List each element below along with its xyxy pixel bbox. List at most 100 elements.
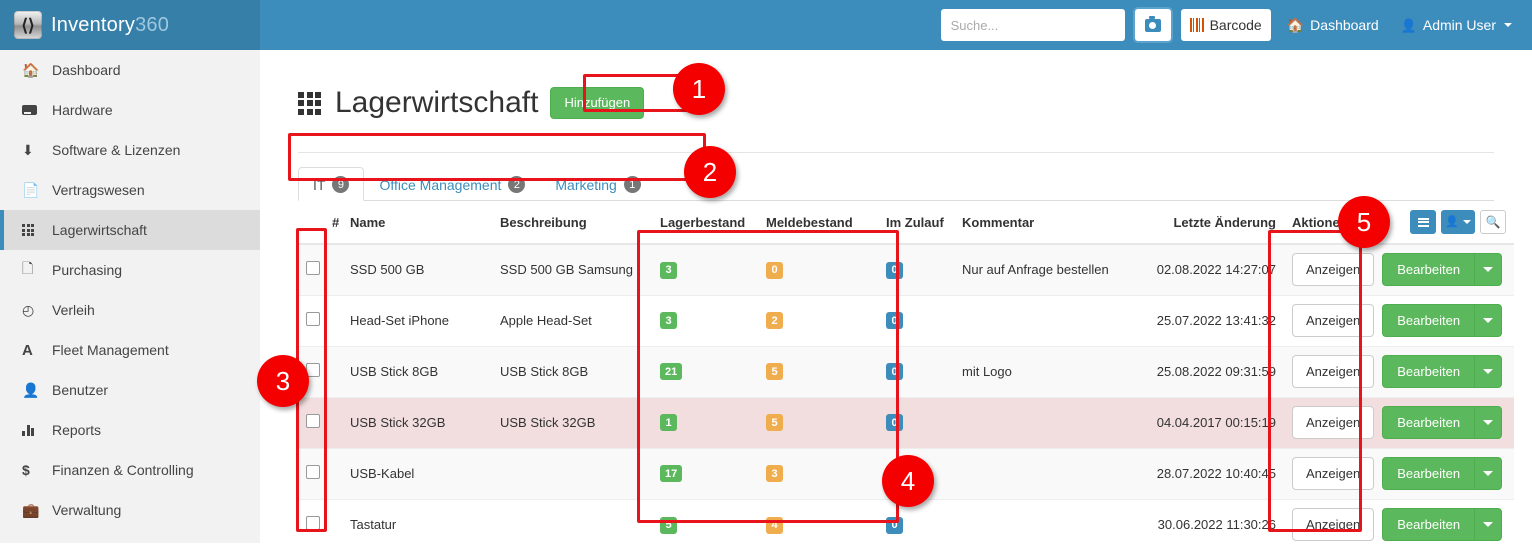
row-stock: 3	[652, 243, 758, 296]
row-name: Tastatur	[342, 498, 492, 550]
th-description[interactable]: Beschreibung	[492, 201, 652, 246]
edit-button[interactable]: Bearbeiten	[1382, 253, 1475, 287]
edit-button[interactable]: Bearbeiten	[1382, 508, 1475, 542]
user-menu-label: Admin User	[1422, 17, 1496, 33]
sidebar-item-hardware[interactable]: Hardware	[0, 90, 260, 130]
sidebar-item-label: Verleih	[52, 302, 95, 318]
sidebar-item-dashboard[interactable]: 🏠 Dashboard	[0, 50, 260, 90]
edit-button[interactable]: Bearbeiten	[1382, 406, 1475, 440]
edit-dropdown-toggle[interactable]	[1474, 457, 1503, 491]
grid-icon	[298, 91, 321, 115]
user-menu[interactable]: 👤 Admin User	[1395, 0, 1518, 50]
export-person-icon[interactable]: 👤	[1441, 210, 1475, 235]
nav-dashboard-link[interactable]: 🏠 Dashboard	[1281, 0, 1385, 50]
brand-suffix: 360	[135, 13, 170, 36]
row-comment	[954, 396, 1129, 449]
stock-badge: 3	[660, 312, 677, 330]
sidebar-item-purchasing[interactable]: 🗋 Purchasing	[0, 250, 260, 290]
row-reorder: 5	[758, 345, 878, 398]
edit-dropdown-toggle[interactable]	[1474, 508, 1503, 542]
view-button[interactable]: Anzeigen	[1292, 508, 1375, 542]
sidebar-item-benutzer[interactable]: 👤 Benutzer	[0, 370, 260, 410]
search-input[interactable]	[940, 9, 1125, 41]
top-navbar: ⟨⟩ Inventory360 Barcode 🏠 Dashboard 👤 Ad…	[0, 0, 1532, 50]
tab-count-badge: 9	[332, 176, 350, 194]
app-logo-icon: ⟨⟩	[14, 11, 42, 39]
sidebar: 🏠 Dashboard Hardware ⬇ Software & Lizenz…	[0, 50, 260, 543]
tab-it[interactable]: IT 9	[298, 167, 365, 202]
edit-button-group: Bearbeiten	[1382, 304, 1503, 338]
page-header: Lagerwirtschaft Hinzufügen	[260, 50, 1532, 138]
view-button[interactable]: Anzeigen	[1292, 406, 1375, 440]
row-checkbox[interactable]	[306, 465, 320, 480]
header-divider	[298, 152, 1494, 154]
th-name[interactable]: Name	[342, 201, 492, 246]
search-wrapper	[940, 9, 1125, 41]
table-row[interactable]: Head-Set iPhone Apple Head-Set 3 2 0 25.…	[298, 294, 1514, 347]
reorder-badge: 2	[766, 312, 783, 330]
sidebar-item-lagerwirtschaft[interactable]: Lagerwirtschaft	[0, 210, 260, 250]
row-incoming: 0	[878, 396, 954, 449]
row-description: USB Stick 8GB	[492, 345, 652, 398]
edit-button[interactable]: Bearbeiten	[1382, 355, 1475, 389]
view-button[interactable]: Anzeigen	[1292, 457, 1375, 491]
sidebar-item-finanzen-controlling[interactable]: $ Finanzen & Controlling	[0, 450, 260, 490]
sidebar-item-label: Verwaltung	[52, 502, 122, 518]
th-stock[interactable]: Lagerbestand	[652, 201, 758, 246]
th-actions: Aktionen 👤 🔍	[1284, 201, 1514, 246]
row-stock: 17	[652, 447, 758, 500]
row-checkbox[interactable]	[306, 414, 320, 429]
row-checkbox[interactable]	[306, 261, 320, 276]
briefcase-icon: 💼	[22, 501, 40, 518]
sidebar-item-software-lizenzen[interactable]: ⬇ Software & Lizenzen	[0, 130, 260, 170]
th-comment[interactable]: Kommentar	[954, 201, 1129, 246]
sidebar-item-reports[interactable]: Reports	[0, 410, 260, 450]
table-row[interactable]: SSD 500 GB SSD 500 GB Samsung 3 0 0 Nur …	[298, 243, 1514, 296]
row-comment	[954, 498, 1129, 550]
view-button[interactable]: Anzeigen	[1292, 253, 1375, 287]
view-button[interactable]: Anzeigen	[1292, 304, 1375, 338]
edit-button-group: Bearbeiten	[1382, 508, 1503, 542]
stock-badge: 1	[660, 414, 677, 432]
row-checkbox[interactable]	[306, 312, 320, 327]
table-row[interactable]: USB Stick 8GB USB Stick 8GB 21 5 0 mit L…	[298, 345, 1514, 398]
annotation-marker-4: 4	[882, 455, 934, 507]
sidebar-item-fleet-management[interactable]: A Fleet Management	[0, 330, 260, 370]
edit-button[interactable]: Bearbeiten	[1382, 457, 1475, 491]
top-navbar-right: Barcode 🏠 Dashboard 👤 Admin User	[260, 0, 1532, 50]
edit-dropdown-toggle[interactable]	[1474, 406, 1503, 440]
columns-list-icon[interactable]	[1410, 210, 1436, 235]
edit-button[interactable]: Bearbeiten	[1382, 304, 1475, 338]
row-checkbox-cell	[298, 396, 324, 449]
grid-icon	[22, 224, 44, 236]
row-name: USB Stick 8GB	[342, 345, 492, 398]
view-button[interactable]: Anzeigen	[1292, 355, 1375, 389]
table-row[interactable]: USB Stick 32GB USB Stick 32GB 1 5 0 04.0…	[298, 396, 1514, 449]
row-last-change: 04.04.2017 00:15:19	[1129, 396, 1284, 449]
car-icon: A	[22, 341, 33, 359]
barcode-button[interactable]: Barcode	[1180, 9, 1271, 41]
stock-badge: 3	[660, 261, 677, 279]
brand-logo-area[interactable]: ⟨⟩ Inventory360	[0, 0, 260, 50]
edit-dropdown-toggle[interactable]	[1474, 253, 1503, 287]
search-icon[interactable]: 🔍	[1480, 210, 1506, 235]
sidebar-item-verwaltung[interactable]: 💼 Verwaltung	[0, 490, 260, 530]
th-last-change[interactable]: Letzte Änderung	[1129, 201, 1284, 246]
th-number[interactable]: #	[324, 201, 342, 246]
sidebar-item-vertragswesen[interactable]: 📄 Vertragswesen	[0, 170, 260, 210]
th-reorder[interactable]: Meldebestand	[758, 201, 878, 246]
tab-marketing[interactable]: Marketing 1	[540, 167, 655, 201]
row-description	[492, 498, 652, 550]
row-checkbox-cell	[298, 447, 324, 500]
barcode-label: Barcode	[1209, 17, 1262, 33]
sidebar-item-verleih[interactable]: ◴ Verleih	[0, 290, 260, 330]
camera-scan-button[interactable]	[1134, 9, 1171, 41]
edit-dropdown-toggle[interactable]	[1474, 304, 1503, 338]
th-incoming[interactable]: Im Zulauf	[878, 201, 954, 246]
row-checkbox[interactable]	[306, 516, 320, 531]
add-button[interactable]: Hinzufügen	[550, 87, 645, 119]
tab-office-management[interactable]: Office Management 2	[364, 167, 540, 201]
reorder-badge: 0	[766, 261, 783, 279]
edit-dropdown-toggle[interactable]	[1474, 355, 1503, 389]
sidebar-item-label: Fleet Management	[52, 342, 169, 358]
